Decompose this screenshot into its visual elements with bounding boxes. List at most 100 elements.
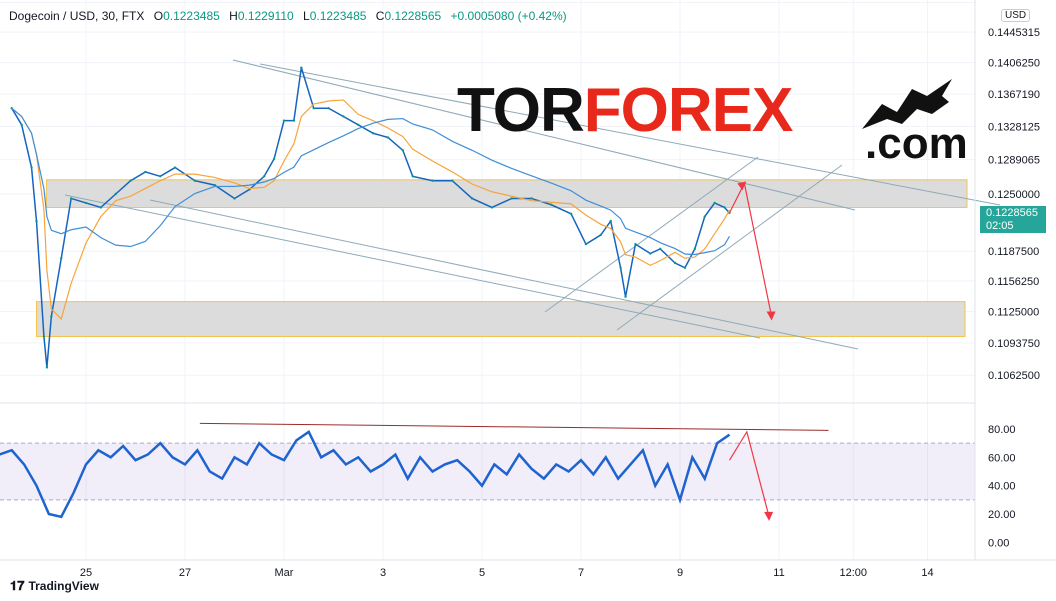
price-point	[292, 119, 296, 122]
price-point	[634, 242, 637, 246]
rsi-divergence-line	[199, 422, 829, 431]
price-point	[510, 197, 513, 200]
price-tick-label: 0.1367190	[988, 89, 1040, 101]
price-point	[60, 257, 63, 260]
tradingview-logo[interactable]: 𝟏𝟕 TradingView	[10, 578, 99, 594]
time-tick-label: 9	[677, 567, 683, 579]
price-point	[673, 261, 677, 265]
time-tick-label: 27	[179, 567, 191, 579]
price-tick-label: 0.1156250	[988, 276, 1039, 288]
open-value: 0.1223485	[163, 9, 220, 23]
time-tick-label: Mar	[275, 567, 294, 579]
price-point	[431, 179, 434, 182]
torforex-logo: TORFOREX .com	[457, 79, 968, 166]
price-tick-label: 0.1289065	[988, 155, 1040, 167]
rsi-tick-label: 60.00	[988, 452, 1016, 464]
price-point	[371, 132, 375, 135]
close-value: 0.1228565	[384, 9, 442, 23]
high-label: H	[229, 9, 238, 23]
bar-countdown: 02:05	[986, 220, 1014, 232]
last-price-tag: 0.1228565 02:05	[980, 206, 1046, 233]
price-point	[342, 115, 345, 118]
price-point	[619, 266, 622, 269]
price-point	[263, 175, 266, 178]
symbol-legend: Dogecoin / USD, 30, FTX O0.1223485 H0.12…	[9, 9, 573, 23]
price-point	[327, 106, 330, 110]
price-point	[282, 119, 286, 122]
price-point	[693, 247, 697, 251]
price-point	[683, 266, 687, 269]
rsi-band	[0, 443, 975, 500]
logo-text-tor: TOR	[457, 76, 585, 145]
high-value: 0.1229110	[237, 9, 294, 23]
price-point	[649, 252, 652, 255]
price-point	[69, 197, 73, 200]
time-tick-label: 12:00	[839, 567, 867, 579]
price-point	[550, 203, 553, 206]
price-point	[386, 136, 390, 139]
tradingview-icon: 𝟏𝟕	[10, 578, 25, 593]
price-point	[599, 233, 602, 237]
price-point	[530, 197, 533, 200]
price-point	[411, 175, 414, 178]
change-value: +0.0005080 (+0.42%)	[450, 9, 567, 23]
price-point	[451, 179, 454, 182]
time-tick-label: 3	[380, 567, 386, 579]
price-tick-label: 0.1406250	[988, 58, 1040, 70]
price-point	[490, 206, 494, 209]
price-point	[609, 219, 612, 223]
open-label: O	[153, 9, 164, 23]
price-point	[233, 197, 236, 200]
time-tick-label: 11	[773, 567, 784, 579]
time-tick-label: 7	[578, 567, 584, 579]
rsi-tick-label: 0.00	[988, 537, 1009, 549]
price-point	[173, 166, 177, 169]
price-point	[703, 215, 706, 218]
rsi-pane	[0, 422, 975, 521]
price-tick-label: 0.1187500	[988, 246, 1039, 258]
price-point	[713, 201, 716, 205]
price-tick-label: 0.1445315	[988, 27, 1040, 39]
price-tick-label: 0.1125000	[988, 306, 1039, 318]
time-tick-label: 5	[479, 567, 485, 579]
price-point	[144, 170, 147, 174]
price-point	[45, 366, 49, 369]
price-point	[312, 106, 315, 110]
tradingview-brand: TradingView	[28, 579, 99, 593]
price-point	[193, 179, 197, 182]
price-point	[30, 166, 33, 169]
price-tick-label: 0.1328125	[988, 121, 1040, 133]
price-tick-label: 0.1250000	[988, 189, 1040, 201]
price-point	[35, 219, 38, 223]
rsi-tick-label: 20.00	[988, 509, 1016, 521]
price-point	[723, 206, 726, 209]
price-point	[624, 295, 627, 298]
price-point	[114, 192, 117, 196]
price-point	[159, 175, 162, 178]
price-point	[42, 335, 46, 338]
symbol-name[interactable]: Dogecoin / USD, 30, FTX	[9, 9, 144, 23]
price-point	[84, 201, 88, 205]
price-point	[300, 66, 303, 69]
arrow-head	[764, 511, 774, 521]
time-tick-label: 14	[921, 567, 933, 579]
price-point	[50, 315, 53, 318]
price-point	[357, 123, 360, 127]
rsi-tick-label: 80.00	[988, 424, 1016, 436]
price-point	[470, 197, 474, 200]
low-label: L	[303, 9, 310, 23]
price-tick-label: 0.1093750	[988, 338, 1040, 350]
last-price: 0.1228565	[986, 207, 1038, 219]
price-point	[129, 179, 132, 182]
price-point	[99, 206, 103, 209]
price-point	[569, 212, 573, 215]
rsi-tick-label: 40.00	[988, 481, 1016, 493]
price-point	[659, 247, 662, 251]
currency-button[interactable]: USD	[1001, 9, 1031, 22]
logo-text-forex: FOREX	[583, 76, 794, 145]
price-point	[272, 157, 276, 161]
price-point	[20, 123, 23, 127]
price-point	[401, 149, 404, 152]
logo-text-com: .com	[865, 119, 968, 168]
price-tick-label: 0.1062500	[988, 370, 1040, 382]
